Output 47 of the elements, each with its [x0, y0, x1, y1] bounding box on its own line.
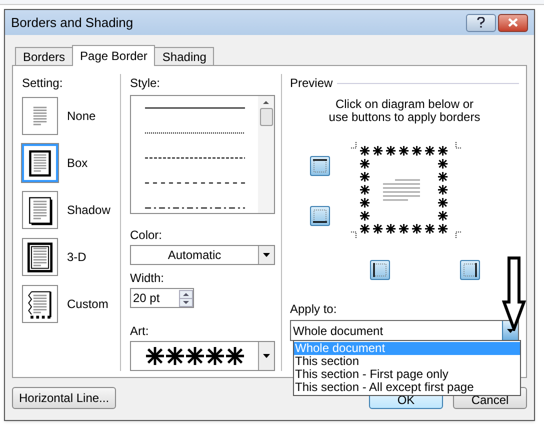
help-button[interactable]	[466, 14, 496, 32]
preview-instruction: Click on diagram below or use buttons to apply borders	[328, 98, 482, 124]
border-toggle-button[interactable]	[460, 260, 480, 280]
tab[interactable]: Borders	[15, 47, 74, 65]
border-position-icon	[311, 207, 329, 225]
close-button[interactable]	[498, 14, 528, 32]
apply-to-dropdown[interactable]: Whole document	[290, 320, 519, 341]
width-spinbox[interactable]: 20 pt	[130, 288, 194, 308]
color-dropdown[interactable]: Automatic	[130, 245, 275, 265]
setting-option-label: Custom	[67, 296, 108, 313]
setting-option-label: None	[67, 108, 96, 125]
preview-label: Preview	[290, 75, 333, 92]
caret-icon	[263, 253, 270, 257]
horizontal-line-button[interactable]: Horizontal Line...	[12, 387, 116, 409]
setting-option[interactable]	[22, 191, 58, 229]
caret-icon	[507, 328, 514, 332]
border-toggle-button[interactable]	[310, 156, 330, 176]
scroll-up-icon	[263, 101, 269, 104]
setting-option-label: 3-D	[67, 249, 86, 266]
window-title: Borders and Shading	[11, 14, 134, 32]
tab[interactable]: Shading	[154, 47, 214, 65]
width-label: Width:	[130, 270, 166, 287]
spin-arrows-icon	[179, 290, 193, 306]
border-position-icon	[311, 157, 329, 175]
help-icon	[477, 17, 485, 28]
dropdown-option[interactable]: This section	[294, 355, 520, 368]
style-label: Style:	[130, 75, 162, 92]
color-label: Color:	[130, 227, 164, 244]
caret-icon	[263, 354, 270, 358]
dropdown-option[interactable]: This section - First page only	[294, 368, 520, 381]
setting-option-label: Shadow	[67, 202, 110, 219]
setting-label: Setting:	[22, 75, 64, 92]
setting-option[interactable]	[22, 238, 58, 276]
scroll-thumb[interactable]	[260, 108, 272, 126]
art-dropdown[interactable]	[130, 341, 275, 371]
setting-option[interactable]	[22, 144, 58, 182]
setting-option-label: Box	[67, 155, 88, 172]
setting-option[interactable]	[22, 285, 58, 323]
close-icon	[508, 18, 518, 27]
border-position-icon	[371, 261, 389, 279]
tab[interactable]: Page Border	[72, 45, 156, 66]
art-label: Art:	[130, 323, 150, 340]
border-toggle-button[interactable]	[310, 206, 330, 226]
apply-to-label: Apply to:	[290, 301, 338, 318]
scrollbar[interactable]	[258, 96, 274, 213]
border-position-icon	[461, 261, 479, 279]
border-toggle-button[interactable]	[370, 260, 390, 280]
